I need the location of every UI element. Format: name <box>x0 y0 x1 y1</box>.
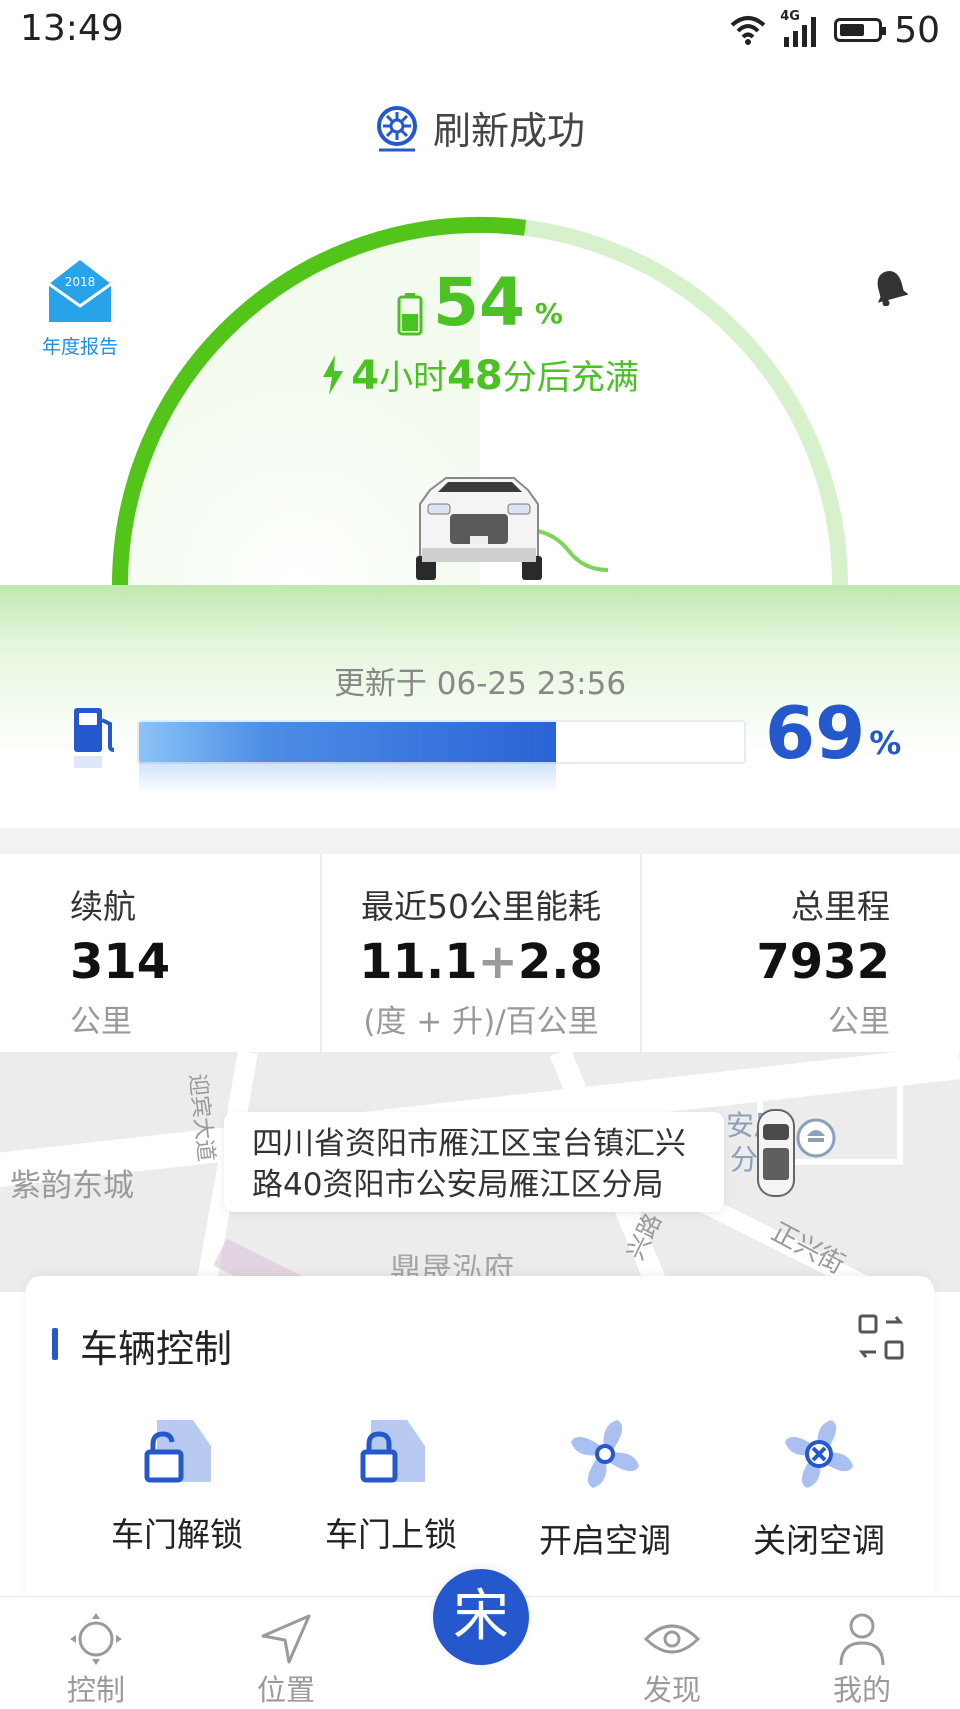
tab-mine-label: 我的 <box>832 1673 891 1707</box>
ac-off-label: 关闭空调 <box>753 1521 885 1560</box>
swap-layout-icon[interactable] <box>856 1312 906 1362</box>
signal-icon: 4G <box>780 9 822 47</box>
door-unlock-label: 车门解锁 <box>111 1515 243 1554</box>
fuel-progress-fill <box>139 722 557 762</box>
section-divider <box>0 828 960 854</box>
tab-discover-label: 发现 <box>642 1673 701 1707</box>
charge-hours: 4 <box>351 353 380 399</box>
energy-value: 11.1+2.8 <box>322 934 640 990</box>
address-line-2: 路40资阳市公安局雁江区分局 <box>252 1167 664 1203</box>
ac-on-button[interactable]: 开启空调 <box>498 1416 712 1562</box>
refresh-text: 刷新成功 <box>432 109 585 153</box>
energy-value-electric: 11.1 <box>359 934 478 990</box>
ac-off-icon <box>785 1420 853 1488</box>
door-lock-label: 车门上锁 <box>325 1515 457 1554</box>
eye-icon <box>643 1624 701 1654</box>
energy-stat: 最近50公里能耗 11.1+2.8 (度 + 升)/百公里 <box>320 854 640 1052</box>
range-unit: 公里 <box>70 1004 132 1040</box>
network-type: 4G <box>780 9 800 24</box>
total-unit: 公里 <box>828 1004 890 1040</box>
tab-control[interactable]: 控制 <box>36 1611 156 1709</box>
car-location-icon[interactable] <box>754 1108 798 1200</box>
ac-on-label: 开启空调 <box>539 1521 671 1560</box>
car-image <box>416 477 608 580</box>
tab-location-label: 位置 <box>256 1673 315 1707</box>
energy-value-fuel: 2.8 <box>517 934 603 990</box>
battery-level: 50 <box>894 9 940 51</box>
panel-title: 车辆控制 <box>80 1327 233 1371</box>
ac-on-icon <box>571 1420 639 1488</box>
fuel-progress-bar <box>137 720 746 764</box>
tab-mine[interactable]: 我的 <box>802 1611 922 1709</box>
battery-percent: 54 <box>433 264 525 341</box>
person-icon <box>839 1613 885 1666</box>
battery-status-icon <box>834 18 887 42</box>
door-unlock-button[interactable]: 车门解锁 <box>70 1416 284 1556</box>
total-label: 总里程 <box>791 887 890 926</box>
tab-control-label: 控制 <box>66 1673 125 1707</box>
charge-hours-unit: 小时 <box>379 358 448 398</box>
fuel-percent-unit: % <box>869 724 902 762</box>
fuel-bar-reflection <box>139 762 556 794</box>
tab-location[interactable]: 位置 <box>226 1611 346 1709</box>
home-logo: 宋 <box>453 1584 509 1649</box>
status-time: 13:49 <box>20 8 124 49</box>
energy-unit: (度 + 升)/百公里 <box>363 1004 599 1040</box>
range-stat: 续航 314 公里 <box>0 854 320 1052</box>
energy-plus: + <box>477 934 518 990</box>
fuel-level: 69 % <box>765 694 901 772</box>
range-value: 314 <box>70 934 171 990</box>
door-lock-button[interactable]: 车门上锁 <box>284 1416 498 1556</box>
range-label: 续航 <box>70 887 136 926</box>
panel-accent-bar <box>52 1328 58 1360</box>
location-arrow-icon <box>261 1614 311 1664</box>
lightning-icon <box>323 354 344 395</box>
status-icons: 4G 50 <box>728 8 940 52</box>
refresh-status[interactable]: 刷新成功 <box>0 100 960 155</box>
stats-row: 续航 314 公里 最近50公里能耗 11.1+2.8 (度 + 升)/百公里 … <box>0 854 960 1052</box>
total-value: 7932 <box>756 934 890 990</box>
energy-label: 最近50公里能耗 <box>361 887 601 926</box>
address-bubble: 四川省资阳市雁江区宝台镇汇兴 路40资阳市公安局雁江区分局 <box>224 1112 724 1212</box>
police-station-icon <box>796 1118 836 1158</box>
battery-icon <box>397 293 423 336</box>
door-lock-icon <box>360 1420 425 1483</box>
bottom-tab-bar: 控制 位置 宋 发现 我的 <box>0 1569 960 1709</box>
charge-minutes: 48 <box>447 353 503 399</box>
tab-home[interactable]: 宋 <box>433 1569 529 1665</box>
tab-discover[interactable]: 发现 <box>612 1611 732 1709</box>
charge-time-row: 4 小时 48 分后充满 <box>0 350 960 399</box>
fuel-percent: 69 <box>765 691 866 775</box>
map-label-ziyun: 紫韵东城 <box>10 1168 134 1204</box>
ac-off-button[interactable]: 关闭空调 <box>712 1416 926 1562</box>
battery-percent-unit: % <box>534 297 563 330</box>
door-unlock-icon <box>144 1420 211 1483</box>
refresh-icon <box>376 105 417 151</box>
steering-icon <box>70 1613 122 1665</box>
fuel-pump-icon <box>74 708 115 768</box>
vehicle-control-panel: 车辆控制 车门解锁 车门上锁 开启空调 关闭空调 <box>26 1276 934 1616</box>
battery-level-row: 54 % <box>0 270 960 336</box>
charge-suffix: 分后充满 <box>502 358 639 398</box>
address-line-1: 四川省资阳市雁江区宝台镇汇兴 <box>252 1126 686 1162</box>
total-mileage-stat: 总里程 7932 公里 <box>640 854 960 1052</box>
wifi-icon <box>730 16 766 45</box>
